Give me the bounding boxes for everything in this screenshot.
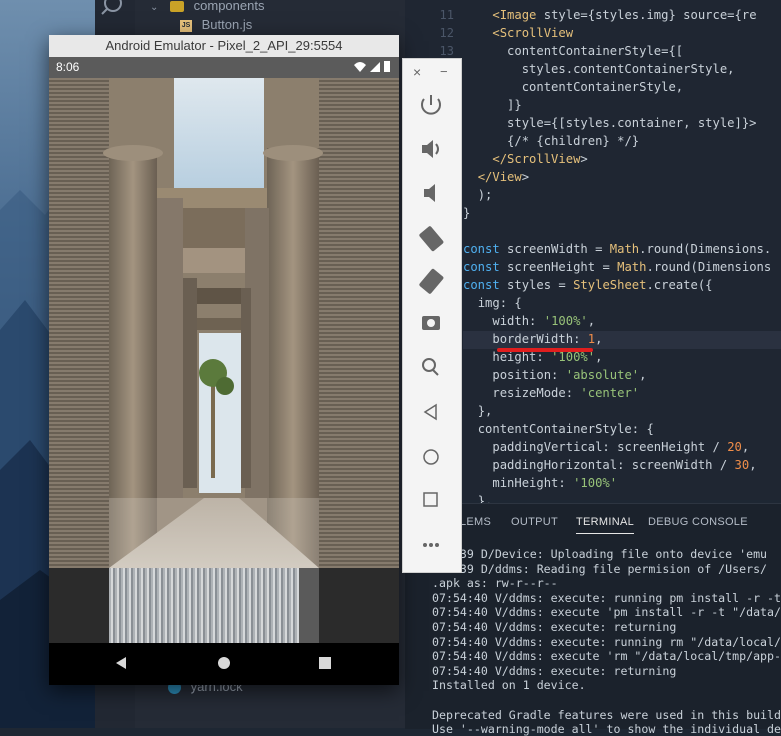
overview-icon[interactable] [423,492,438,507]
code-line: const screenWidth = Math.round(Dimension… [463,242,772,256]
search-icon[interactable] [95,0,135,30]
terminal-line: 07:54:40 V/ddms: execute: running pm ins… [432,590,781,605]
code-line: {/* {children} */} [507,134,640,148]
nav-buttons [116,657,331,669]
android-nav-bar [49,643,399,685]
terminal-line: 07:54:40 V/ddms: execute 'rm "/data/loca… [432,649,781,664]
code-line: height: '100%', [492,350,603,364]
code-line: borderWidth: 1, [492,332,603,346]
tab-terminal[interactable]: TERMINAL [576,516,635,534]
annotation-underline [497,348,593,352]
code-line: img: { [477,296,522,310]
nav-back-icon[interactable] [116,657,126,669]
code-line: ]} [507,98,522,112]
code-line: const screenHeight = Math.round(Dimensio… [463,260,772,274]
chevron-down-icon: ⌄ [150,2,159,13]
app-screen[interactable] [49,78,399,643]
code-line: } [463,206,471,220]
rotate-right-icon[interactable] [419,268,445,294]
code-line: </View> [477,170,530,184]
folder-icon [170,1,185,13]
terminal-line: Deprecated Gradle features were used in … [432,707,781,722]
status-icons [354,61,390,72]
android-status-bar [49,57,399,78]
power-icon[interactable] [421,95,441,115]
volume-up-icon[interactable] [422,140,439,158]
terminal-line: .apk as: rw-r--r-- [432,576,558,591]
code-line: position: 'absolute', [492,368,647,382]
terminal-line: 07:54:40 V/ddms: execute: returning [432,620,677,634]
code-line: paddingHorizontal: screenWidth / 30, [492,458,757,472]
terminal-line: :54:39 D/Device: Uploading file onto dev… [432,547,768,561]
line-number: 13 [439,44,454,58]
code-line: resizeMode: 'center' [492,386,640,400]
code-line: <Image style={styles.img} source={re [492,8,757,22]
code-line: const styles = StyleSheet.create({ [463,278,713,292]
camera-icon[interactable] [422,316,440,330]
terminal-line: Use '--warning-mode all' to show the ind… [432,722,781,736]
terminal-line: 07:54:40 V/ddms: execute: returning [432,663,677,678]
terminal-line: Installed on 1 device. [432,678,586,693]
tab-output[interactable]: OUTPUT [511,516,558,528]
code-line: <ScrollView [492,26,574,40]
line-number: 12 [439,26,454,40]
code-line: contentContainerStyle={[ [507,44,684,58]
side-toolbar-icons [419,95,445,547]
code-line: style={[styles.container, style]}> [507,116,757,130]
tab-problems[interactable]: LEMS [460,516,491,528]
nav-home-icon[interactable] [218,657,230,669]
emulator-title-bar[interactable]: Android Emulator - Pixel_2_API_29:5554 [49,35,399,58]
terminal-line: 07:54:40 V/ddms: execute: running rm "/d… [432,634,781,649]
volume-down-icon[interactable] [424,184,435,202]
nav-recents-icon[interactable] [319,657,331,669]
tree-file-button-js[interactable]: JS Button.js [180,17,252,32]
code-line: }, [477,404,493,418]
more-icon[interactable] [423,543,439,547]
battery-icon [384,61,390,72]
status-time: 8:06 [56,60,80,74]
back-icon[interactable] [423,403,437,421]
line-number: 11 [439,8,454,22]
home-icon[interactable] [423,449,439,465]
rotate-left-icon[interactable] [419,225,445,252]
tab-debug-console[interactable]: DEBUG CONSOLE [648,516,748,528]
code-line: styles.contentContainerStyle, [521,62,735,76]
emulator-title: Android Emulator - Pixel_2_API_29:5554 [105,38,343,53]
terminal-line: :54:39 D/ddms: Reading file permision of… [432,561,768,576]
code-line: minHeight: '100%' [492,476,618,490]
temple-photo [49,78,399,643]
code-line: width: '100%', [492,314,596,328]
wifi-icon [354,62,366,72]
code-line: contentContainerStyle, [521,80,684,94]
zoom-icon[interactable] [422,358,439,376]
tree-folder-components[interactable]: ⌄ components [150,0,264,13]
signal-icon [370,62,380,72]
code-line: contentContainerStyle: { [477,422,654,436]
code-line: ); [477,188,493,202]
code-line: </ScrollView> [492,152,588,166]
terminal-line: 07:54:40 V/ddms: execute 'pm install -r … [432,605,781,620]
javascript-file-icon: JS [180,19,192,32]
code-line: paddingVertical: screenHeight / 20, [492,440,750,454]
